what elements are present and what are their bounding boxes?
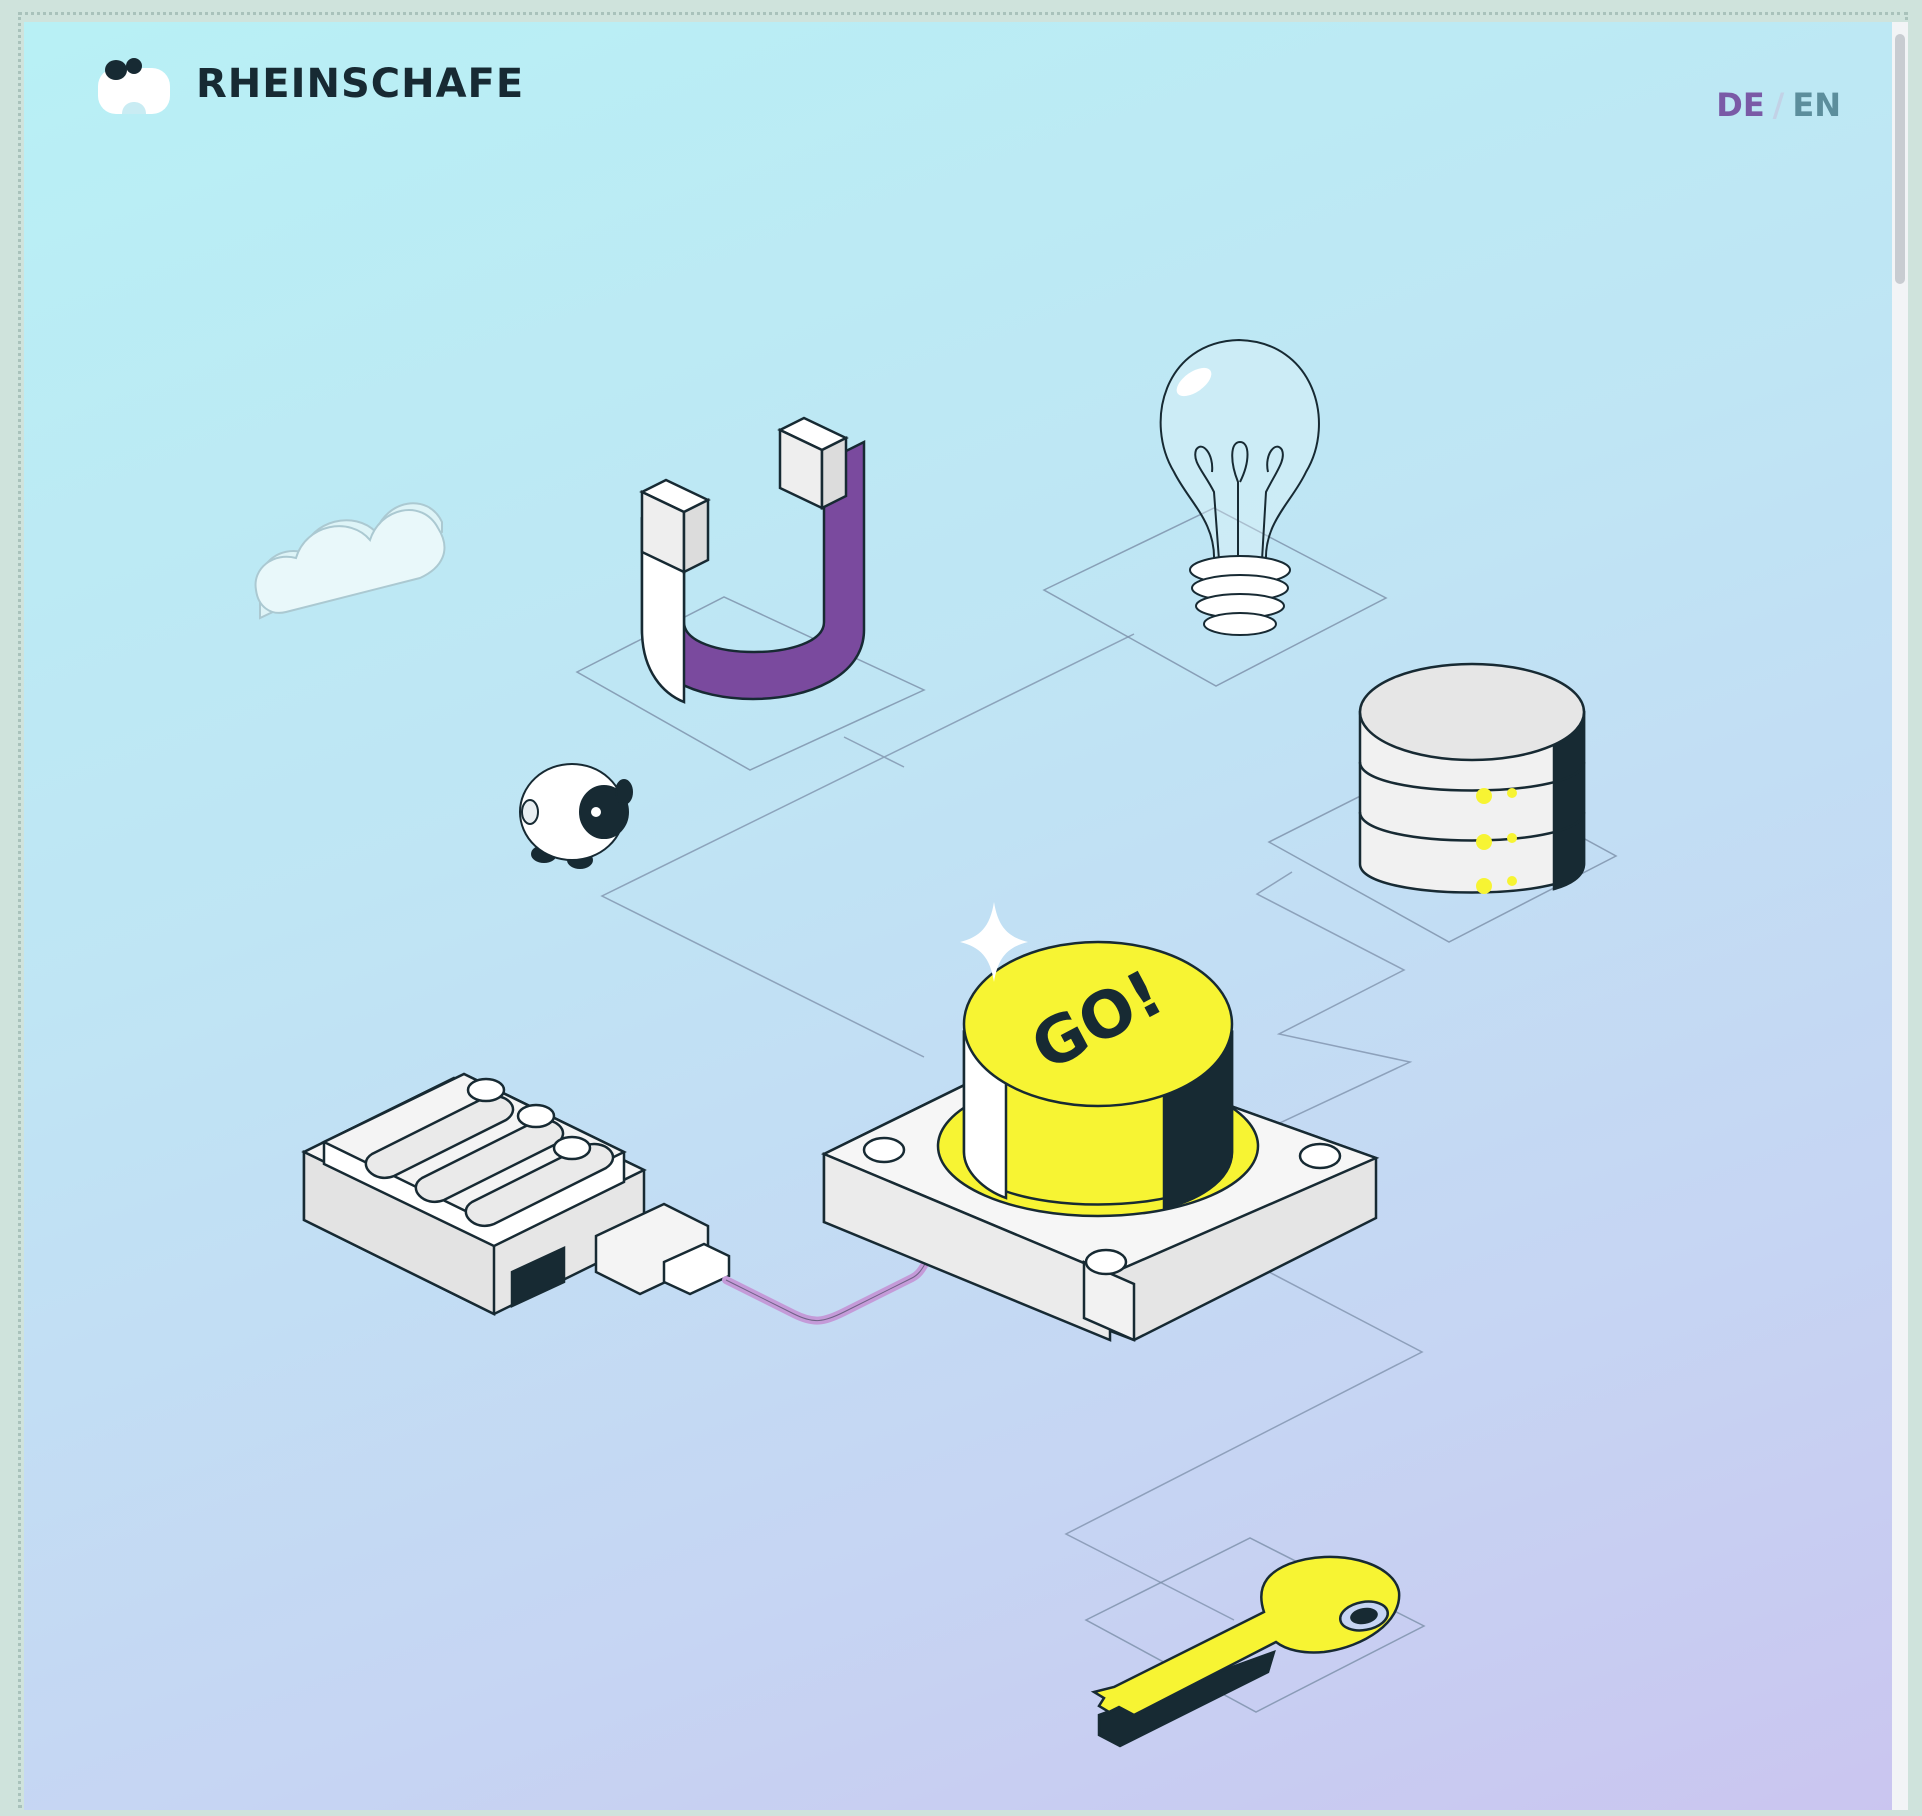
scrollbar[interactable]	[1892, 22, 1908, 1810]
mixer-icon	[301, 1072, 731, 1317]
sheep-icon[interactable]	[519, 763, 633, 869]
key-icon	[1090, 1555, 1401, 1748]
cable	[722, 1250, 938, 1325]
page-viewport: RHEINSCHAFE DE / EN GO!	[24, 22, 1906, 1810]
hero-illustration: GO!	[254, 338, 1618, 1748]
scrollbar-thumb[interactable]	[1895, 34, 1905, 284]
go-button[interactable]: GO!	[936, 940, 1260, 1218]
magnet-icon	[639, 416, 866, 704]
lightbulb-icon	[1159, 338, 1320, 636]
cloud-icon	[254, 502, 446, 620]
database-icon	[1358, 662, 1586, 894]
